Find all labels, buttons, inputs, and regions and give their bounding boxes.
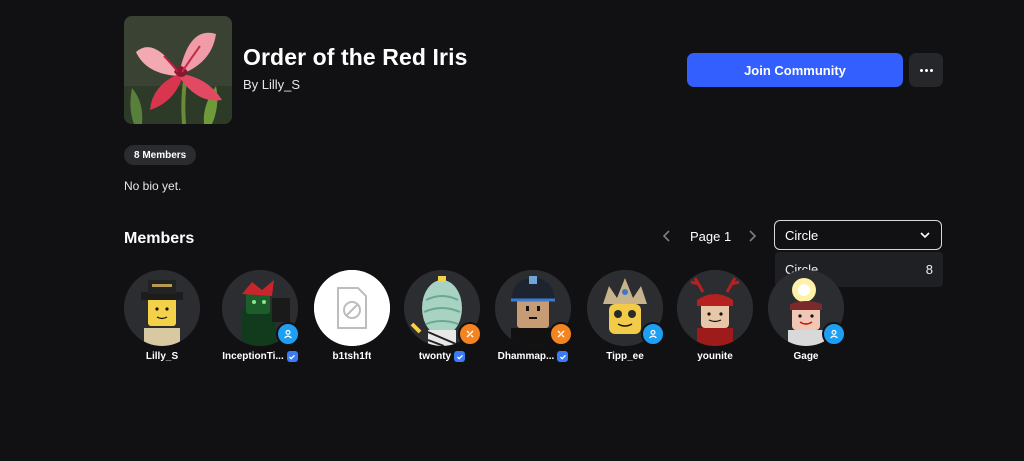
member-card[interactable]: Tipp_ee	[587, 270, 665, 362]
chevron-left-icon[interactable]	[657, 226, 677, 246]
member-card[interactable]: Gage	[768, 270, 846, 362]
member-name-row: Gage	[748, 351, 864, 362]
developer-badge-icon	[458, 322, 482, 346]
group-page: Order of the Red Iris By Lilly_S Join Co…	[0, 0, 1024, 461]
avatar[interactable]	[124, 270, 200, 346]
friend-badge-icon	[641, 322, 665, 346]
ellipsis-icon	[919, 68, 933, 72]
chevron-down-icon	[920, 232, 930, 239]
member-name[interactable]: younite	[697, 351, 733, 362]
unavailable-image-icon	[314, 270, 390, 346]
avatar[interactable]	[677, 270, 753, 346]
member-name[interactable]: InceptionTi...	[222, 351, 283, 362]
members-heading: Members	[124, 230, 195, 247]
join-community-button[interactable]: Join Community	[687, 53, 903, 87]
more-options-button[interactable]	[909, 53, 943, 87]
member-card[interactable]: InceptionTi...	[222, 270, 300, 362]
friend-badge-icon	[822, 322, 846, 346]
role-option-count: 8	[925, 262, 933, 277]
member-card[interactable]: younite	[677, 270, 753, 362]
member-name[interactable]: Gage	[793, 351, 818, 362]
member-card[interactable]: twonty	[404, 270, 482, 362]
member-name[interactable]: Lilly_S	[146, 351, 178, 362]
member-name[interactable]: Dhammap...	[498, 351, 555, 362]
avatar[interactable]	[314, 270, 390, 346]
members-count-badge: 8 Members	[124, 145, 197, 165]
group-owner[interactable]: By Lilly_S	[243, 77, 300, 92]
member-name[interactable]: Tipp_ee	[606, 351, 644, 362]
member-name[interactable]: b1tsh1ft	[333, 351, 372, 362]
developer-badge-icon	[549, 322, 573, 346]
role-filter-selected: Circle	[785, 227, 819, 243]
member-card[interactable]: Lilly_S	[124, 270, 200, 362]
member-card[interactable]: b1tsh1ft	[314, 270, 390, 362]
role-filter-dropdown[interactable]: Circle	[774, 220, 942, 250]
group-icon-image	[124, 16, 232, 124]
chevron-right-icon[interactable]	[742, 226, 762, 246]
verified-icon	[454, 351, 466, 362]
group-bio: No bio yet.	[124, 179, 182, 193]
member-name[interactable]: twonty	[419, 351, 451, 362]
friend-badge-icon	[276, 322, 300, 346]
page-indicator: Page 1	[690, 229, 732, 244]
group-title: Order of the Red Iris	[243, 44, 468, 70]
member-card[interactable]: Dhammap...	[495, 270, 573, 362]
